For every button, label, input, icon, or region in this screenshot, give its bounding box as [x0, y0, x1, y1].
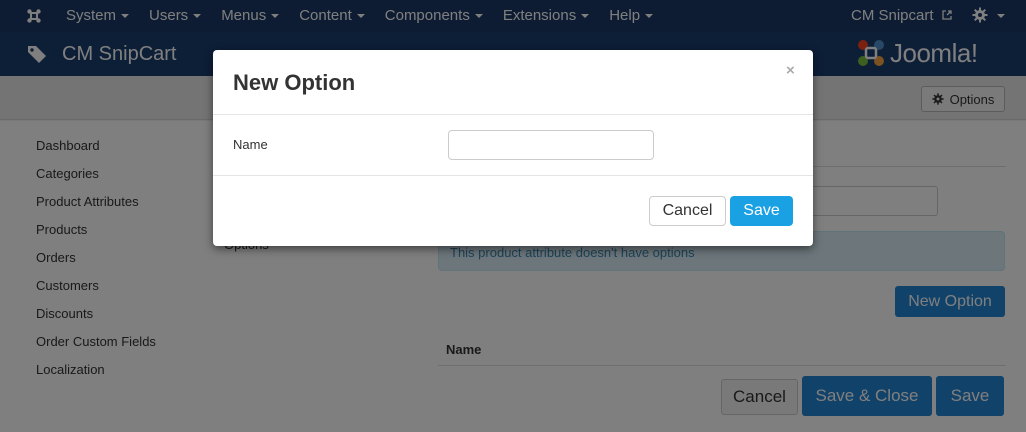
modal-save-button[interactable]: Save [730, 196, 793, 226]
modal-title: New Option [233, 70, 356, 95]
option-name-input[interactable] [448, 130, 654, 160]
close-icon[interactable]: × [786, 62, 795, 79]
modal-body: Name [213, 115, 813, 176]
name-field-label: Name [233, 137, 268, 152]
modal-cancel-button[interactable]: Cancel [649, 196, 726, 226]
modal-header: New Option × [213, 50, 813, 115]
new-option-modal: New Option × Name Cancel Save [213, 50, 813, 246]
